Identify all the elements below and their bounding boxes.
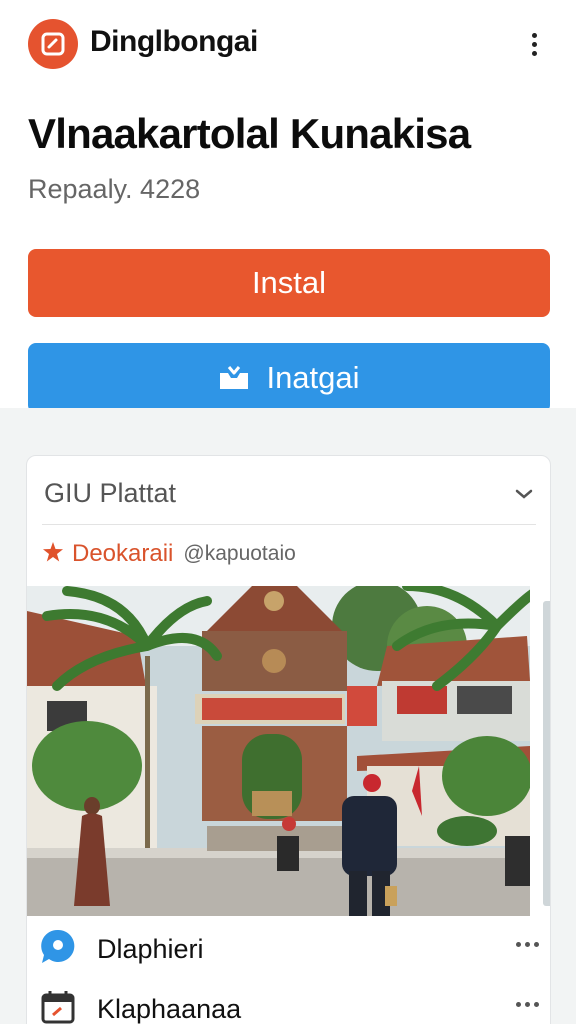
post-handle: @kapuotaio <box>183 542 296 565</box>
list-item-label: Klaphaanaa <box>97 993 242 1024</box>
next-photo-peek[interactable] <box>543 601 550 906</box>
more-options-icon[interactable] <box>516 1002 539 1007</box>
app-header: Dinglbongai <box>0 0 576 88</box>
page-title: Vlnaakartolal Kunakisa <box>28 110 471 157</box>
list-item[interactable]: Dlaphieri <box>39 924 539 974</box>
app-name: Dinglbongai <box>90 25 258 58</box>
secondary-button-label: Inatgai <box>266 360 360 395</box>
chevron-down-icon[interactable] <box>515 486 533 504</box>
calendar-icon <box>39 988 77 1024</box>
post-author[interactable]: Deokaraii <box>72 540 173 568</box>
divider <box>42 524 536 525</box>
secondary-install-button[interactable]: Inatgai <box>28 343 550 413</box>
install-button[interactable]: Instal <box>28 249 550 317</box>
page-subtitle: Repaaly. 4228 <box>28 174 201 204</box>
post-meta: Deokaraii @kapuotaio <box>42 540 296 568</box>
list-item[interactable]: Klaphaanaa <box>39 984 539 1024</box>
inbox-icon <box>218 365 250 391</box>
list-item-label: Dlaphieri <box>97 933 204 964</box>
post-card: GIU Plattat Deokaraii @kapuotaio Dlaphie… <box>26 455 551 1024</box>
install-button-label: Instal <box>251 265 327 300</box>
chat-bubble-icon <box>39 928 77 971</box>
post-photo[interactable] <box>27 586 530 916</box>
card-heading: GIU Plattat <box>44 478 177 508</box>
app-logo-icon[interactable] <box>28 19 78 69</box>
more-options-icon[interactable] <box>516 942 539 947</box>
star-icon <box>42 541 64 568</box>
more-options-icon[interactable] <box>520 28 548 60</box>
